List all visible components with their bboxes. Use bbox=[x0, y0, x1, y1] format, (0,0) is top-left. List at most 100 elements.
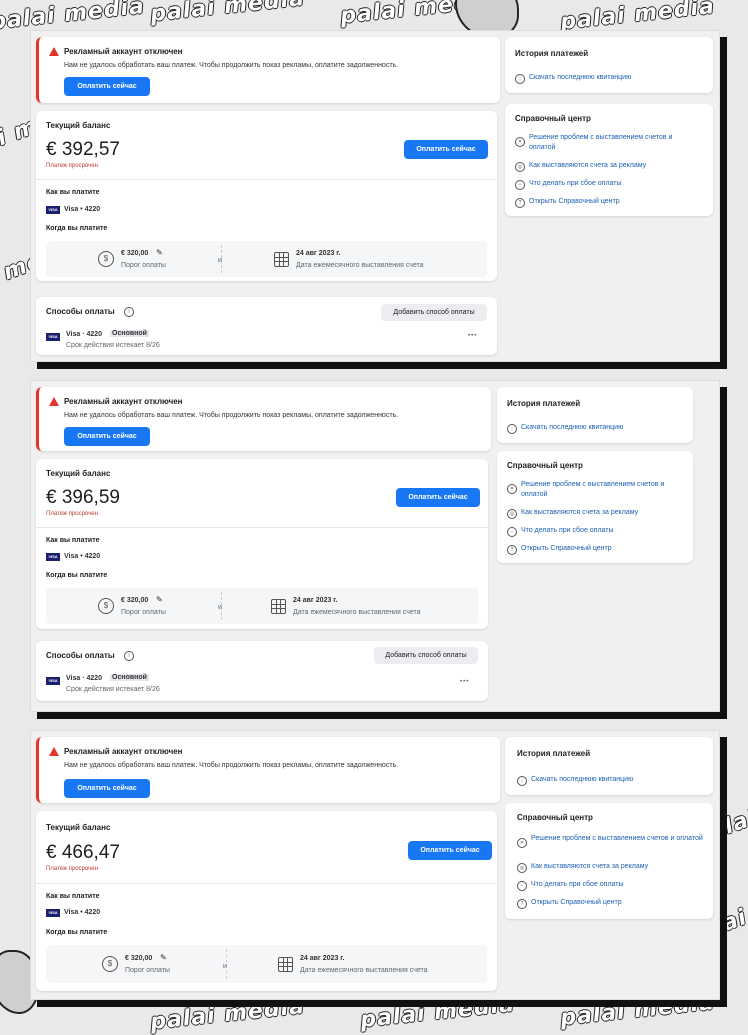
screenshot-panel: Рекламный аккаунт отключен Нам не удалос… bbox=[30, 30, 720, 362]
calendar-icon bbox=[278, 957, 293, 972]
globe-icon: ◎ bbox=[515, 162, 525, 172]
threshold-value: € 320,00 bbox=[125, 955, 153, 962]
tools-icon: ✕ bbox=[515, 137, 525, 147]
warning-icon bbox=[49, 397, 59, 406]
billing-time-heading: Когда вы платите bbox=[46, 225, 108, 232]
help-link-open-help-center[interactable]: Открыть Справочный центр bbox=[529, 198, 620, 205]
download-receipt-link[interactable]: Скачать последнюю квитанцию bbox=[529, 74, 631, 81]
overdue-status: Платеж просрочен bbox=[46, 163, 98, 169]
help-link-how-billing-works[interactable]: Как выставляются счета за рекламу bbox=[531, 863, 648, 870]
help-link-payment-failure[interactable]: Что делать при сбое оплаты bbox=[521, 527, 614, 534]
card-label: Visa • 4220 bbox=[64, 909, 101, 916]
balance-amount: € 392,57 bbox=[46, 139, 120, 160]
current-balance-card: Текущий баланс € 396,59 Платеж просрочен… bbox=[36, 459, 488, 629]
overdue-status: Платеж просрочен bbox=[46, 866, 98, 872]
more-options-icon[interactable]: ••• bbox=[460, 679, 469, 685]
pay-now-button[interactable]: Оплатить сейчас bbox=[408, 841, 492, 860]
alert-message: Нам не удалось обработать ваш платеж. Чт… bbox=[64, 62, 399, 69]
balance-amount: € 466,47 bbox=[46, 842, 120, 863]
billing-date-label: Дата ежемесячного выставления счета bbox=[293, 609, 421, 616]
and-label: и bbox=[218, 257, 222, 264]
watermark-text: palai media bbox=[149, 0, 307, 28]
calendar-icon bbox=[274, 252, 289, 267]
download-receipt-link[interactable]: Скачать последнюю квитанцию bbox=[531, 776, 633, 783]
divider bbox=[36, 883, 497, 884]
and-label: и bbox=[218, 604, 222, 611]
help-link-payment-failure[interactable]: Что делать при сбое оплаты bbox=[531, 881, 624, 888]
question-icon: ? bbox=[507, 545, 517, 555]
payment-methods-heading: Способы оплаты bbox=[46, 307, 115, 316]
account-disabled-alert: Рекламный аккаунт отключен Нам не удалос… bbox=[36, 387, 491, 451]
help-center-card: Справочный центр ✕ Решение проблем с выс… bbox=[505, 803, 713, 919]
calendar-icon bbox=[271, 599, 286, 614]
balance-heading: Текущий баланс bbox=[46, 823, 111, 832]
threshold-label: Порог оплаты bbox=[121, 262, 166, 269]
more-options-icon[interactable]: ••• bbox=[468, 333, 477, 339]
edit-pencil-icon[interactable]: ✎ bbox=[156, 595, 163, 604]
pay-now-button[interactable]: Оплатить сейчас bbox=[64, 77, 150, 96]
alert-title: Рекламный аккаунт отключен bbox=[64, 47, 183, 56]
help-link-how-billing-works[interactable]: Как выставляются счета за рекламу bbox=[529, 162, 646, 169]
question-icon: ? bbox=[517, 899, 527, 909]
help-heading: Справочный центр bbox=[515, 114, 591, 123]
pay-now-button[interactable]: Оплатить сейчас bbox=[396, 488, 480, 507]
card-label: Visa · 4220 bbox=[66, 675, 103, 682]
globe-icon: ◎ bbox=[507, 509, 517, 519]
help-heading: Справочный центр bbox=[517, 813, 593, 822]
alert-title: Рекламный аккаунт отключен bbox=[64, 747, 183, 756]
billing-date-value: 24 авг 2023 г. bbox=[293, 597, 338, 604]
billing-date-label: Дата ежемесячного выставления счета bbox=[296, 262, 424, 269]
question-icon: ? bbox=[515, 198, 525, 208]
help-link-open-help-center[interactable]: Открыть Справочный центр bbox=[531, 899, 622, 906]
help-link-billing-issues[interactable]: Решение проблем с выставлением счетов и … bbox=[531, 834, 703, 844]
billing-info-strip: $ € 320,00 ✎ Порог оплаты и 24 авг 2023 … bbox=[46, 241, 487, 277]
help-link-billing-issues[interactable]: Решение проблем с выставлением счетов и … bbox=[521, 480, 686, 500]
card-expiry: Срок действия истекает 8/26 bbox=[66, 342, 160, 349]
visa-icon: VISA bbox=[46, 677, 60, 685]
billing-info-strip: $ € 320,00 ✎ Порог оплаты и 24 авг 2023 … bbox=[46, 945, 487, 983]
history-heading: История платежей bbox=[515, 49, 589, 58]
pay-now-button[interactable]: Оплатить сейчас bbox=[64, 779, 150, 798]
payment-methods-heading: Способы оплаты bbox=[46, 651, 115, 660]
overdue-status: Платеж просрочен bbox=[46, 511, 98, 517]
payment-methods-card: Способы оплаты i Добавить способ оплаты … bbox=[36, 641, 488, 701]
screenshot-panel: Рекламный аккаунт отключен Нам не удалос… bbox=[30, 380, 720, 712]
dollar-icon: $ bbox=[102, 956, 118, 972]
edit-pencil-icon[interactable]: ✎ bbox=[160, 953, 167, 962]
threshold-value: € 320,00 bbox=[121, 597, 149, 604]
primary-badge: Основной bbox=[110, 674, 149, 681]
alert-message: Нам не удалось обработать ваш платеж. Чт… bbox=[64, 412, 399, 419]
pay-now-button[interactable]: Оплатить сейчас bbox=[64, 427, 150, 446]
alert-message: Нам не удалось обработать ваш платеж. Чт… bbox=[64, 762, 399, 769]
edit-pencil-icon[interactable]: ✎ bbox=[156, 248, 163, 257]
info-icon[interactable]: i bbox=[124, 307, 134, 317]
billing-date-label: Дата ежемесячного выставления счета bbox=[300, 967, 428, 974]
card-label: Visa • 4220 bbox=[64, 206, 101, 213]
help-link-payment-failure[interactable]: Что делать при сбое оплаты bbox=[529, 180, 622, 187]
watermark-text: palai media bbox=[149, 993, 307, 1035]
add-payment-method-button[interactable]: Добавить способ оплаты bbox=[381, 304, 487, 321]
warning-icon bbox=[49, 747, 59, 756]
history-heading: История платежей bbox=[507, 399, 581, 408]
billing-time-heading: Когда вы платите bbox=[46, 929, 108, 936]
card-label: Visa • 4220 bbox=[64, 553, 101, 560]
alert-title: Рекламный аккаунт отключен bbox=[64, 397, 183, 406]
pay-now-button[interactable]: Оплатить сейчас bbox=[404, 140, 488, 159]
balance-heading: Текущий баланс bbox=[46, 121, 111, 130]
download-receipt-link[interactable]: Скачать последнюю квитанцию bbox=[521, 424, 623, 431]
add-payment-method-button[interactable]: Добавить способ оплаты bbox=[374, 647, 478, 664]
threshold-value: € 320,00 bbox=[121, 250, 149, 257]
payment-method-heading: Как вы платите bbox=[46, 893, 100, 900]
help-center-card: Справочный центр ✕ Решение проблем с выс… bbox=[505, 104, 713, 216]
dollar-icon: $ bbox=[98, 251, 114, 267]
divider bbox=[36, 179, 497, 180]
card-expiry: Срок действия истекает 8/26 bbox=[66, 686, 160, 693]
account-disabled-alert: Рекламный аккаунт отключен Нам не удалос… bbox=[36, 737, 500, 803]
help-link-billing-issues[interactable]: Решение проблем с выставлением счетов и … bbox=[529, 133, 699, 153]
download-icon: ↓ bbox=[517, 776, 527, 786]
dollar-icon: $ bbox=[98, 598, 114, 614]
help-link-open-help-center[interactable]: Открыть Справочный центр bbox=[521, 545, 612, 552]
info-icon[interactable]: i bbox=[124, 651, 134, 661]
tools-icon: ✕ bbox=[507, 484, 517, 494]
help-link-how-billing-works[interactable]: Как выставляются счета за рекламу bbox=[521, 509, 638, 516]
